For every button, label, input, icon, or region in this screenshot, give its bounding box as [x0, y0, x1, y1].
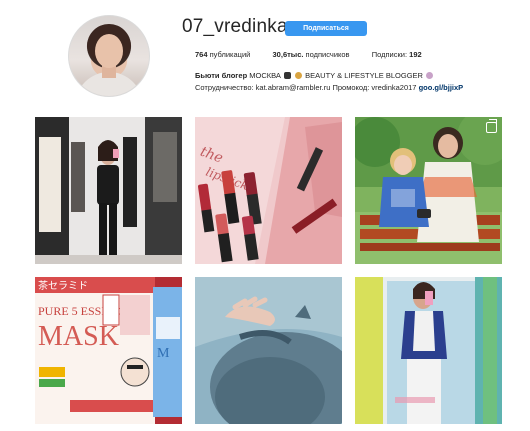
following-link[interactable]: Подписки: 192 — [372, 50, 422, 59]
mirror-selfie-blue-image — [355, 277, 502, 424]
magnifier-emoji-icon — [426, 72, 434, 79]
bio-line-1: Бьюти блогер МОСКВА BEAUTY & LIFESTYLE B… — [195, 71, 434, 80]
mask-packages-image: 茶セラミド PURE 5 ESSENCE MASK M — [35, 277, 182, 424]
lipstick-emoji-icon — [295, 72, 303, 79]
profile-avatar[interactable] — [68, 15, 150, 97]
following-count: 192 — [409, 50, 422, 59]
followers-label: подписчиков — [305, 50, 350, 59]
followers-link[interactable]: 30,6тыс. подписчиков — [273, 50, 350, 59]
post-tile[interactable] — [355, 277, 502, 424]
bio-line-2: Сотрудничество: kat.abram@rambler.ru Про… — [195, 83, 463, 92]
post-tile[interactable] — [195, 277, 342, 424]
bio-city: МОСКВА — [249, 71, 281, 80]
post-tile[interactable]: 茶セラミド PURE 5 ESSENCE MASK M — [35, 277, 182, 424]
camera-emoji-icon — [283, 72, 291, 79]
profile-stats: 764 публикаций 30,6тыс. подписчиков Подп… — [195, 50, 422, 59]
post-tile[interactable]: the lipstick — [195, 117, 342, 264]
mother-daughter-bench-image — [355, 117, 502, 264]
cat-hand-image — [195, 277, 342, 424]
svg-text:MASK: MASK — [38, 321, 119, 352]
follow-button[interactable]: Подписаться — [285, 21, 367, 36]
lipsticks-image: the lipstick — [195, 117, 342, 264]
bio-tagline: BEAUTY & LIFESTYLE BLOGGER — [305, 71, 423, 80]
profile-username: 07_vredinka — [182, 16, 288, 37]
bio-link[interactable]: goo.gl/bjjixP — [419, 83, 464, 92]
multiple-photos-icon — [486, 119, 497, 133]
svg-text:茶セラミド: 茶セラミド — [38, 279, 88, 292]
bio-name: Бьюти блогер — [195, 71, 248, 80]
following-label: Подписки: — [371, 50, 408, 59]
followers-count: 30,6тыс. — [272, 50, 304, 59]
svg-text:M: M — [157, 346, 170, 361]
store-mirror-selfie-image — [35, 117, 182, 264]
post-tile[interactable] — [355, 117, 502, 264]
post-tile[interactable] — [35, 117, 182, 264]
bio-contacts: Сотрудничество: kat.abram@rambler.ru Про… — [195, 83, 417, 92]
posts-count: 764 — [195, 50, 208, 59]
posts-label: публикаций — [209, 50, 251, 59]
